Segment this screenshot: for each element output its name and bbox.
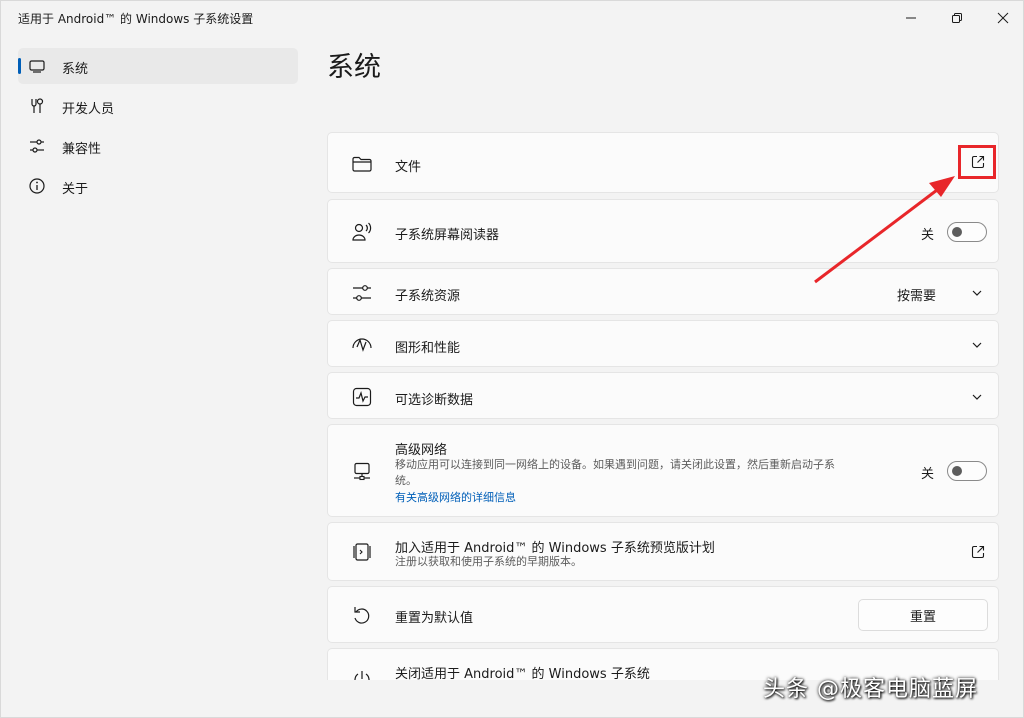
sidebar-item-label: 系统 (62, 62, 89, 77)
screen-reader-toggle[interactable] (947, 222, 987, 242)
advanced-network-toggle[interactable] (947, 461, 987, 481)
settings-window: 适用于 Android™ 的 Windows 子系统设置 系统 开发人员 兼容性 (0, 0, 1024, 718)
person-voice-icon (351, 221, 373, 243)
sidebar-item-label: 开发人员 (62, 102, 115, 117)
info-icon (28, 177, 46, 195)
annotation-highlight-box (958, 145, 996, 179)
power-icon (351, 669, 373, 680)
pulse-icon (351, 386, 373, 408)
diagnostics-card[interactable]: 可选诊断数据 (327, 372, 999, 419)
sidebar-item-system[interactable]: 系统 (18, 48, 298, 84)
graphics-title: 图形和性能 (395, 341, 461, 356)
page-title: 系统 (327, 52, 381, 83)
watermark: 头条 @极客电脑蓝屏 (763, 677, 978, 702)
diagnostics-title: 可选诊断数据 (395, 393, 474, 408)
graphics-icon (351, 334, 373, 356)
advanced-network-title: 高级网络 (395, 443, 448, 458)
minimize-button[interactable] (888, 1, 934, 35)
monitor-icon (28, 57, 46, 75)
graphics-card[interactable]: 图形和性能 (327, 320, 999, 367)
restore-icon (952, 13, 962, 23)
sliders-icon (28, 137, 46, 155)
open-external-icon[interactable] (970, 544, 986, 560)
sidebar-item-compatibility[interactable]: 兼容性 (18, 128, 298, 164)
selection-indicator (18, 58, 21, 74)
advanced-network-toggle-label: 关 (921, 467, 935, 482)
folder-icon (351, 153, 373, 175)
tools-icon (28, 97, 46, 115)
files-title: 文件 (395, 160, 422, 175)
network-icon (351, 461, 373, 483)
close-button[interactable] (980, 1, 1024, 35)
preview-program-card[interactable]: 加入适用于 Android™ 的 Windows 子系统预览版计划 注册以获取和… (327, 522, 999, 581)
sidebar-item-about[interactable]: 关于 (18, 168, 298, 204)
sidebar-item-label: 兼容性 (62, 142, 102, 157)
reset-card: 重置为默认值 重置 (327, 586, 999, 643)
shutdown-title: 关闭适用于 Android™ 的 Windows 子系统 (395, 667, 650, 680)
sliders-icon (351, 282, 373, 304)
sidebar-item-label: 关于 (62, 182, 89, 197)
screen-reader-title: 子系统屏幕阅读器 (395, 228, 500, 243)
advanced-network-description: 移动应用可以连接到同一网络上的设备。如果遇到问题，请关闭此设置，然后重新启动子系… (395, 458, 835, 487)
resources-title: 子系统资源 (395, 289, 461, 304)
chevron-down-icon[interactable] (971, 339, 983, 351)
title-bar: 适用于 Android™ 的 Windows 子系统设置 (1, 1, 1024, 35)
maximize-button[interactable] (934, 1, 980, 35)
chevron-down-icon[interactable] (971, 391, 983, 403)
files-card[interactable]: 文件 (327, 132, 999, 193)
toggle-knob (952, 227, 962, 237)
preview-icon (351, 541, 373, 563)
advanced-network-link[interactable]: 有关高级网络的详细信息 (395, 489, 516, 505)
reset-title: 重置为默认值 (395, 611, 474, 626)
close-icon (997, 12, 1009, 24)
preview-program-description: 注册以获取和使用子系统的早期版本。 (395, 555, 582, 568)
window-title: 适用于 Android™ 的 Windows 子系统设置 (18, 12, 254, 26)
reset-icon (351, 604, 373, 626)
reset-button[interactable]: 重置 (858, 599, 988, 631)
resources-value: 按需要 (897, 289, 937, 304)
advanced-network-card: 高级网络 移动应用可以连接到同一网络上的设备。如果遇到问题，请关闭此设置，然后重… (327, 424, 999, 517)
chevron-down-icon[interactable] (971, 287, 983, 299)
toggle-knob (952, 466, 962, 476)
minimize-icon (906, 17, 916, 19)
resources-card[interactable]: 子系统资源 按需要 (327, 268, 999, 315)
sidebar-item-developer[interactable]: 开发人员 (18, 88, 298, 124)
screen-reader-card: 子系统屏幕阅读器 关 (327, 199, 999, 263)
screen-reader-toggle-label: 关 (921, 228, 935, 243)
